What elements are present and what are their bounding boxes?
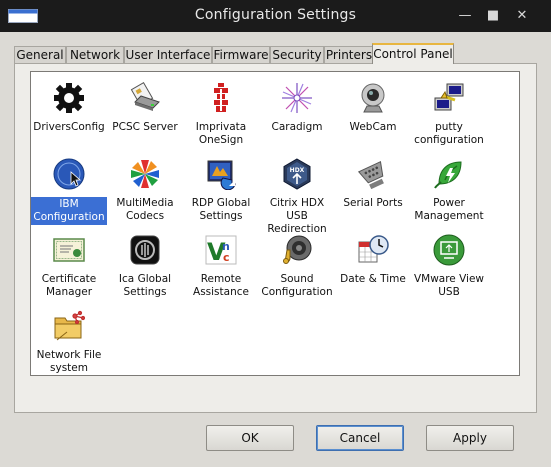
ok-button[interactable]: OK <box>206 425 294 451</box>
item-label: VMware View USB <box>413 273 485 298</box>
tab-network[interactable]: Network <box>66 46 124 63</box>
gear-icon <box>54 83 84 113</box>
vmware-icon <box>433 234 465 266</box>
item-label: PCSC Server <box>112 121 178 133</box>
item-label: Caradigm <box>271 121 323 133</box>
serial-port-icon <box>357 160 384 190</box>
imprivata-icon <box>214 83 228 112</box>
item-label: Date & Time <box>340 273 406 285</box>
tab-firmware[interactable]: Firmware <box>212 46 270 63</box>
certificate-icon <box>53 238 85 262</box>
speaker-icon <box>283 235 312 264</box>
item-label: Certificate Manager <box>41 273 97 298</box>
item-label: Citrix HDX USB Redirection <box>267 197 327 235</box>
item-label: Ica Global Settings <box>118 273 172 298</box>
item-label: WebCam <box>349 121 397 133</box>
tab-security[interactable]: Security <box>270 46 324 63</box>
citrix-hdx-icon: HDX <box>283 158 311 190</box>
item-label: putty configuration <box>414 121 484 146</box>
ica-icon <box>130 235 160 265</box>
item-label: Imprivata OneSign <box>195 121 247 146</box>
ibm-icon <box>53 158 85 190</box>
item-label: MultiMedia Codecs <box>116 197 174 222</box>
selected-label: IBM Configuration <box>31 197 107 225</box>
power-icon <box>434 161 462 189</box>
vnc-icon: V n c <box>205 235 237 266</box>
title-bar[interactable]: Configuration Settings — ■ ✕ <box>0 0 551 32</box>
item-label: Power Management <box>414 197 484 222</box>
svg-text:c: c <box>223 251 230 264</box>
item-label: Network File system <box>36 349 102 374</box>
maximize-icon[interactable]: ■ <box>485 9 501 23</box>
svg-text:HDX: HDX <box>290 167 305 174</box>
item-label: Serial Ports <box>343 197 403 209</box>
item-label: Sound Configuration <box>261 273 333 298</box>
webcam-icon <box>361 83 385 113</box>
control-panel-icon-view[interactable]: DriversConfig PCSC Server Imprivata OneS… <box>30 71 520 376</box>
clock-icon <box>358 235 389 263</box>
tab-user-interface[interactable]: User Interface <box>124 46 212 63</box>
close-icon[interactable]: ✕ <box>514 9 530 23</box>
rdp-icon <box>207 160 236 190</box>
card-reader-icon <box>130 82 160 111</box>
network-folder-icon <box>54 310 85 341</box>
minimize-icon[interactable]: — <box>457 9 473 23</box>
multimedia-icon <box>131 160 159 188</box>
cancel-button[interactable]: Cancel <box>316 425 404 451</box>
item-label: DriversConfig <box>33 121 105 133</box>
item-label: Remote Assistance <box>193 273 249 298</box>
caradigm-icon <box>282 83 312 113</box>
putty-icon <box>434 83 464 111</box>
tab-general[interactable]: General <box>14 46 66 63</box>
configuration-settings-window: Configuration Settings — ■ ✕ General Net… <box>0 0 551 467</box>
tab-control-panel[interactable]: Control Panel <box>372 43 454 64</box>
tab-printers[interactable]: Printers <box>324 46 374 63</box>
item-label: RDP Global Settings <box>191 197 251 222</box>
item-label: IBM Configuration <box>31 197 107 225</box>
apply-button[interactable]: Apply <box>426 425 514 451</box>
